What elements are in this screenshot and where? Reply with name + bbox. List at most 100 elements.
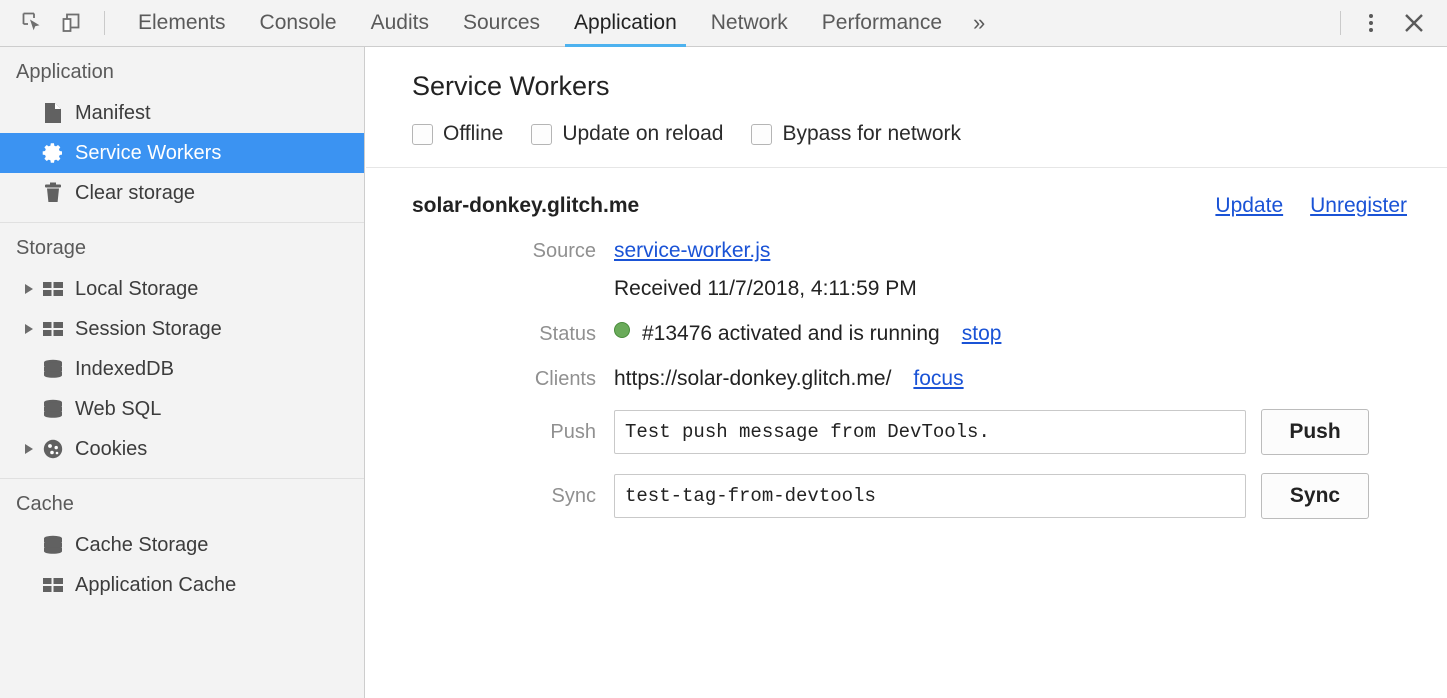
panel-header: Service Workers Offline Update on reload… — [366, 47, 1447, 146]
checkbox-label: Bypass for network — [782, 122, 961, 146]
client-url: https://solar-donkey.glitch.me/ — [614, 367, 891, 391]
tab-elements[interactable]: Elements — [121, 0, 243, 47]
source-file-link[interactable]: service-worker.js — [614, 239, 770, 263]
sidebar-item-clear-storage[interactable]: Clear storage — [0, 173, 364, 213]
service-worker-entry: solar-donkey.glitch.me Update Unregister… — [366, 194, 1447, 519]
twisty-icon[interactable] — [20, 280, 38, 298]
sidebar-section-cache: Cache Cache Storage — [0, 479, 364, 614]
kebab-dot — [1369, 14, 1373, 18]
source-row: Source service-worker.js — [412, 239, 1407, 263]
sidebar-item-label: Manifest — [75, 103, 151, 123]
focus-link[interactable]: focus — [913, 367, 963, 391]
push-input[interactable] — [614, 410, 1246, 454]
sidebar-item-label: Clear storage — [75, 183, 195, 203]
tab-console[interactable]: Console — [243, 0, 354, 47]
service-workers-panel: Service Workers Offline Update on reload… — [366, 47, 1447, 698]
document-icon — [40, 101, 66, 125]
checkbox-box[interactable] — [412, 124, 433, 145]
origin-row: solar-donkey.glitch.me Update Unregister — [412, 194, 1407, 218]
more-tabs-label: » — [973, 10, 985, 36]
received-value: Received 11/7/2018, 4:11:59 PM — [614, 277, 917, 301]
sidebar-item-session-storage[interactable]: Session Storage — [0, 309, 364, 349]
table-icon — [40, 317, 66, 341]
service-worker-options: Offline Update on reload Bypass for netw… — [412, 122, 1447, 146]
sidebar-item-manifest[interactable]: Manifest — [0, 93, 364, 133]
sidebar-item-indexeddb[interactable]: IndexedDB — [0, 349, 364, 389]
status-label: Status — [412, 323, 614, 346]
checkbox-box[interactable] — [531, 124, 552, 145]
twisty-icon[interactable] — [20, 440, 38, 458]
offline-checkbox[interactable]: Offline — [412, 122, 503, 146]
status-row: Status #13476 activated and is running s… — [412, 322, 1407, 346]
panel-divider — [366, 167, 1447, 168]
page-title: Service Workers — [412, 71, 1447, 102]
push-label: Push — [412, 421, 614, 444]
database-icon — [40, 357, 66, 381]
sync-input[interactable] — [614, 474, 1246, 518]
devtools-toolbar: Elements Console Audits Sources Applicat… — [0, 0, 1447, 47]
inspect-cursor-icon[interactable] — [14, 4, 52, 42]
checkbox-label: Offline — [443, 122, 503, 146]
more-tabs-chevron-icon[interactable]: » — [959, 0, 999, 47]
update-link[interactable]: Update — [1215, 194, 1283, 218]
status-value-wrap: #13476 activated and is running stop — [614, 322, 1001, 346]
twisty-icon[interactable] — [20, 320, 38, 338]
unregister-link[interactable]: Unregister — [1310, 194, 1407, 218]
origin-label: solar-donkey.glitch.me — [412, 194, 639, 218]
tab-label: Network — [711, 11, 788, 35]
application-sidebar[interactable]: Application Manifest — [0, 47, 365, 698]
sidebar-item-web-sql[interactable]: Web SQL — [0, 389, 364, 429]
sidebar-section-application: Application Manifest — [0, 47, 364, 223]
database-icon — [40, 533, 66, 557]
tab-audits[interactable]: Audits — [354, 0, 446, 47]
tab-network[interactable]: Network — [694, 0, 805, 47]
kebab-dot — [1369, 21, 1373, 25]
more-options-icon[interactable] — [1351, 3, 1391, 43]
sidebar-item-label: Web SQL — [75, 399, 161, 419]
gear-icon — [40, 141, 66, 165]
sidebar-section-storage: Storage Local Storage — [0, 223, 364, 479]
source-value: service-worker.js — [614, 239, 770, 263]
tab-label: Console — [260, 11, 337, 35]
tab-label: Application — [574, 11, 677, 35]
tab-performance[interactable]: Performance — [805, 0, 959, 47]
update-on-reload-checkbox[interactable]: Update on reload — [531, 122, 723, 146]
trash-icon — [40, 181, 66, 205]
origin-actions: Update Unregister — [1215, 194, 1407, 218]
source-label: Source — [412, 240, 614, 263]
sidebar-item-label: IndexedDB — [75, 359, 174, 379]
tab-label: Audits — [371, 11, 429, 35]
sidebar-section-title: Application — [0, 47, 364, 93]
sync-button[interactable]: Sync — [1261, 473, 1369, 519]
database-icon — [40, 397, 66, 421]
clients-row: Clients https://solar-donkey.glitch.me/ … — [412, 367, 1407, 391]
sidebar-item-cookies[interactable]: Cookies — [0, 429, 364, 469]
toolbar-divider — [104, 11, 105, 35]
bypass-for-network-checkbox[interactable]: Bypass for network — [751, 122, 961, 146]
panel-tabs: Elements Console Audits Sources Applicat… — [121, 0, 999, 47]
checkbox-box[interactable] — [751, 124, 772, 145]
sidebar-item-label: Session Storage — [75, 319, 222, 339]
device-toggle-icon[interactable] — [52, 4, 90, 42]
checkbox-label: Update on reload — [562, 122, 723, 146]
devtools-window: Elements Console Audits Sources Applicat… — [0, 0, 1447, 698]
push-button[interactable]: Push — [1261, 409, 1369, 455]
sidebar-item-cache-storage[interactable]: Cache Storage — [0, 525, 364, 565]
sidebar-item-service-workers[interactable]: Service Workers — [0, 133, 364, 173]
sidebar-item-label: Cache Storage — [75, 535, 208, 555]
table-icon — [40, 573, 66, 597]
toolbar-right-actions — [1322, 0, 1447, 47]
sidebar-item-label: Service Workers — [75, 143, 221, 163]
sidebar-item-local-storage[interactable]: Local Storage — [0, 269, 364, 309]
sidebar-item-application-cache[interactable]: Application Cache — [0, 565, 364, 605]
table-icon — [40, 277, 66, 301]
toolbar-divider-right — [1340, 11, 1341, 35]
clients-value-wrap: https://solar-donkey.glitch.me/ focus — [614, 367, 964, 391]
tab-sources[interactable]: Sources — [446, 0, 557, 47]
stop-link[interactable]: stop — [962, 322, 1002, 346]
sidebar-item-label: Cookies — [75, 439, 147, 459]
close-icon[interactable] — [1391, 3, 1437, 43]
cookie-icon — [40, 437, 66, 461]
tab-application[interactable]: Application — [557, 0, 694, 47]
sidebar-item-label: Local Storage — [75, 279, 198, 299]
